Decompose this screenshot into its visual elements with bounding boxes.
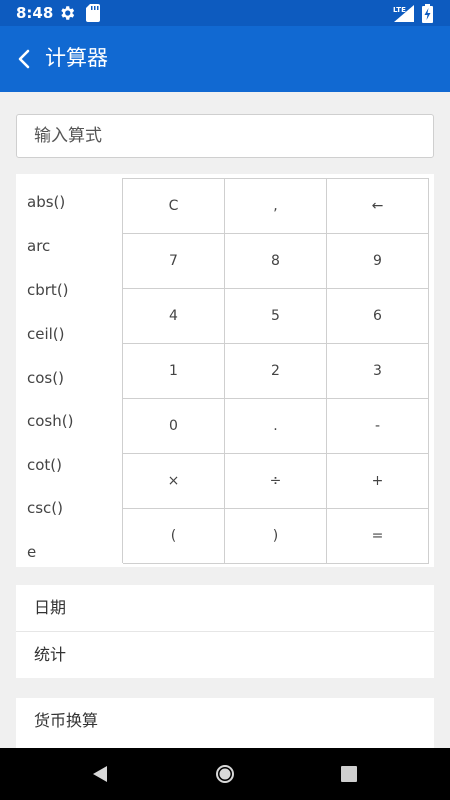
app-bar: 计算器 <box>0 26 450 92</box>
function-list: abs() arc cbrt() ceil() cos() cosh() cot… <box>16 174 120 567</box>
nav-back-icon[interactable] <box>91 764 111 784</box>
page-title: 计算器 <box>45 46 108 70</box>
function-item[interactable]: cos() <box>27 368 64 388</box>
calculator-card: abs() arc cbrt() ceil() cos() cosh() cot… <box>16 174 434 567</box>
function-item[interactable]: e <box>27 542 36 562</box>
key-comma[interactable]: , <box>225 179 327 234</box>
function-item[interactable]: abs() <box>27 192 65 212</box>
status-bar: 8:48 LTE <box>0 0 450 26</box>
key-0[interactable]: 0 <box>123 399 225 454</box>
status-time: 8:48 <box>16 4 54 22</box>
expression-input[interactable] <box>17 115 433 157</box>
key-decimal[interactable]: . <box>225 399 327 454</box>
key-open-paren[interactable]: ( <box>123 509 225 564</box>
menu-group-tools: 日期 统计 <box>16 585 434 678</box>
system-nav-bar <box>0 748 450 800</box>
key-6[interactable]: 6 <box>327 289 429 344</box>
key-5[interactable]: 5 <box>225 289 327 344</box>
function-item[interactable]: csc() <box>27 498 63 518</box>
key-9[interactable]: 9 <box>327 234 429 289</box>
key-8[interactable]: 8 <box>225 234 327 289</box>
menu-item-statistics[interactable]: 统计 <box>16 632 434 677</box>
key-7[interactable]: 7 <box>123 234 225 289</box>
key-close-paren[interactable]: ) <box>225 509 327 564</box>
key-equals[interactable]: = <box>327 509 429 564</box>
key-4[interactable]: 4 <box>123 289 225 344</box>
signal-icon <box>394 5 414 22</box>
gear-icon <box>61 6 75 20</box>
key-3[interactable]: 3 <box>327 344 429 399</box>
key-1[interactable]: 1 <box>123 344 225 399</box>
nav-home-icon[interactable] <box>215 764 235 784</box>
function-item[interactable]: arc <box>27 236 50 256</box>
menu-item-currency-conversion[interactable]: 货币换算 <box>16 698 434 743</box>
key-plus[interactable]: + <box>327 454 429 509</box>
menu-item-date[interactable]: 日期 <box>16 585 434 630</box>
function-item[interactable]: ceil() <box>27 324 65 344</box>
battery-charging-icon <box>422 4 433 23</box>
nav-recents-icon[interactable] <box>340 765 358 783</box>
expression-field[interactable] <box>16 114 434 158</box>
key-multiply[interactable]: × <box>123 454 225 509</box>
keypad: C , ← 7 8 9 4 5 6 1 2 3 0 . - × ÷ + ( ) … <box>122 178 429 564</box>
menu-group-conversion: 货币换算 <box>16 698 434 748</box>
chevron-left-icon[interactable] <box>12 46 38 72</box>
sd-card-icon <box>86 4 100 22</box>
function-item[interactable]: cosh() <box>27 411 73 431</box>
key-2[interactable]: 2 <box>225 344 327 399</box>
function-item[interactable]: cot() <box>27 455 62 475</box>
key-divide[interactable]: ÷ <box>225 454 327 509</box>
key-minus[interactable]: - <box>327 399 429 454</box>
key-backspace[interactable]: ← <box>327 179 429 234</box>
key-clear[interactable]: C <box>123 179 225 234</box>
function-item[interactable]: cbrt() <box>27 280 69 300</box>
